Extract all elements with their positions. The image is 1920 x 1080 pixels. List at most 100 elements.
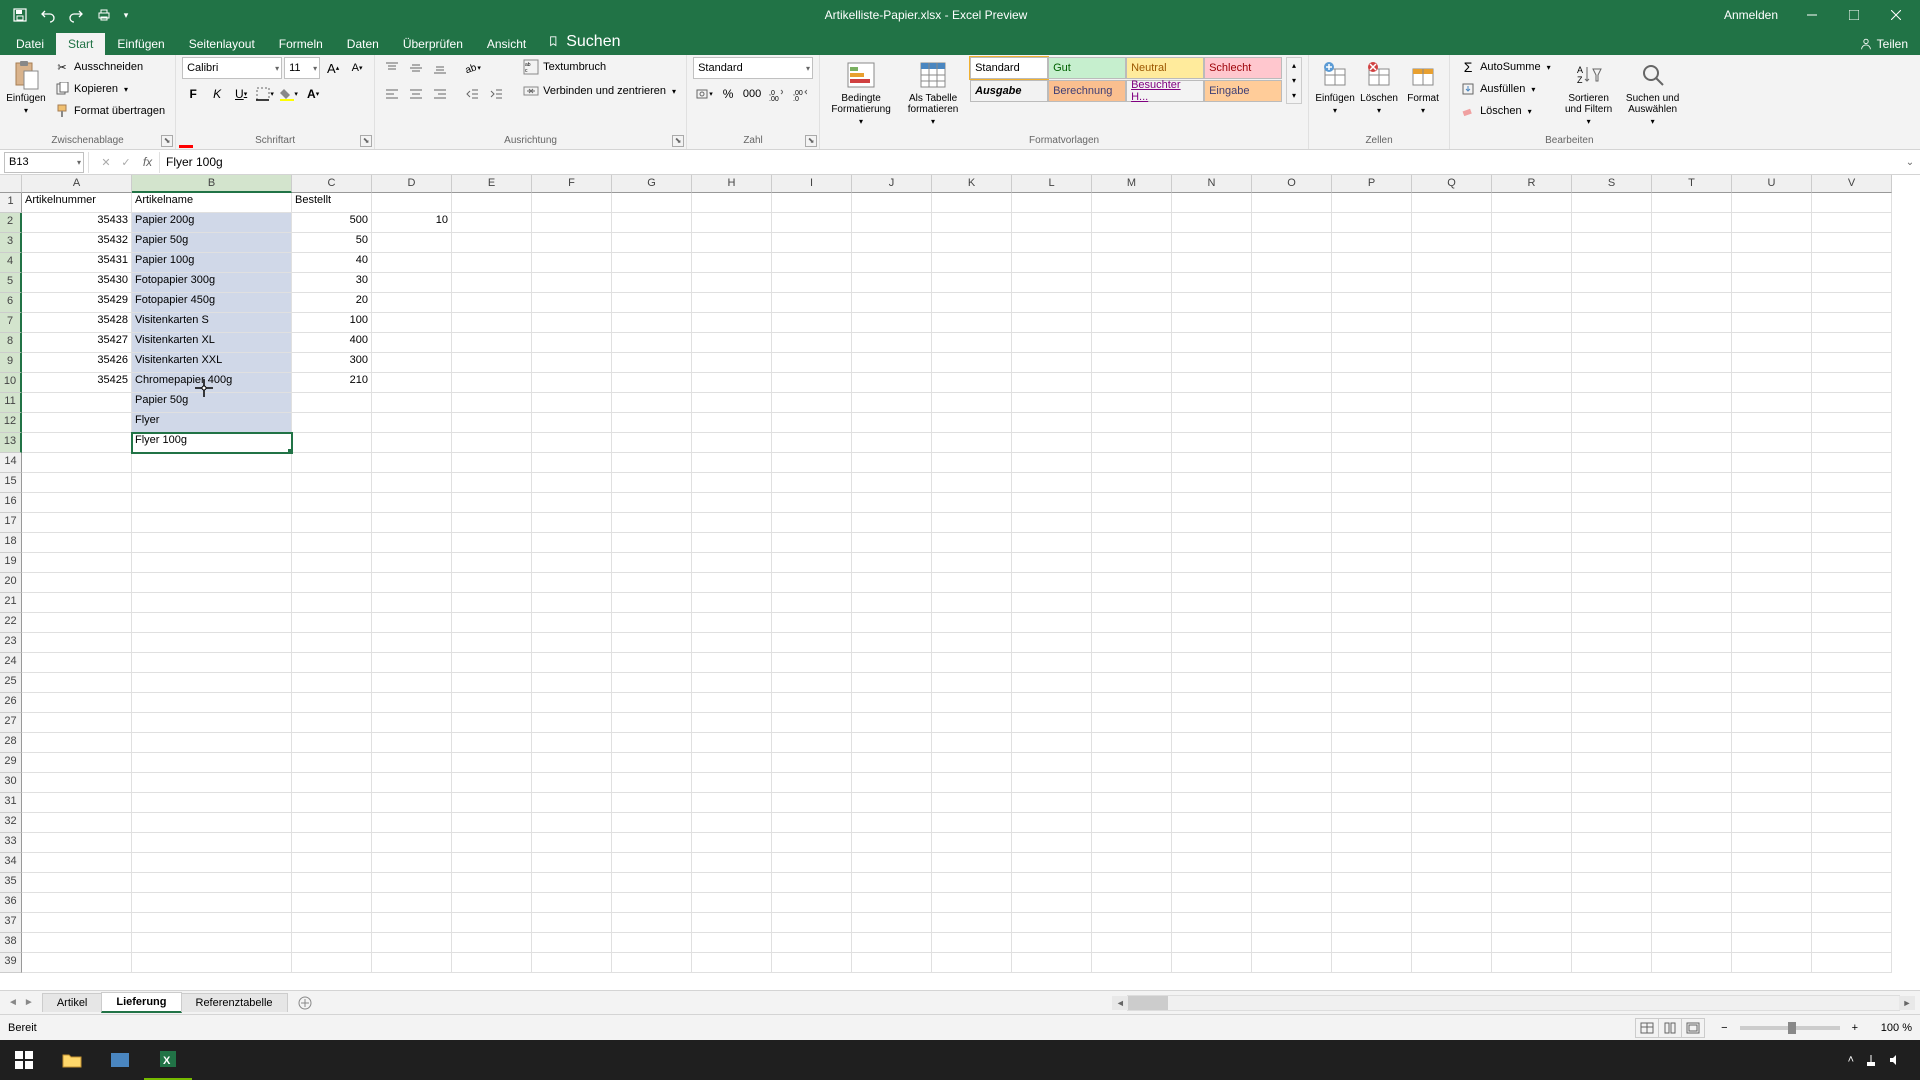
cell-K15[interactable] [932,473,1012,493]
find-select-button[interactable]: Suchen und Auswählen▾ [1623,57,1683,128]
cell-G37[interactable] [612,913,692,933]
cell-J25[interactable] [852,673,932,693]
cell-P27[interactable] [1332,713,1412,733]
col-header-R[interactable]: R [1492,175,1572,193]
cell-E32[interactable] [452,813,532,833]
cell-D3[interactable] [372,233,452,253]
cell-V22[interactable] [1812,613,1892,633]
col-header-L[interactable]: L [1012,175,1092,193]
cell-L9[interactable] [1012,353,1092,373]
cell-L39[interactable] [1012,953,1092,973]
cell-T33[interactable] [1652,833,1732,853]
cell-Q28[interactable] [1412,733,1492,753]
cell-A20[interactable] [22,573,132,593]
row-header-1[interactable]: 1 [0,193,22,213]
name-box[interactable]: B13▾ [4,152,84,173]
cell-I4[interactable] [772,253,852,273]
cell-S2[interactable] [1572,213,1652,233]
cell-K37[interactable] [932,913,1012,933]
cell-M35[interactable] [1092,873,1172,893]
cell-T25[interactable] [1652,673,1732,693]
cell-K29[interactable] [932,753,1012,773]
cell-C37[interactable] [292,913,372,933]
cell-C32[interactable] [292,813,372,833]
cell-D32[interactable] [372,813,452,833]
clear-button[interactable]: Löschen▾ [1456,101,1555,121]
cell-A37[interactable] [22,913,132,933]
increase-font-button[interactable]: A▴ [322,57,344,79]
scroll-right-button[interactable]: ► [1899,996,1915,1010]
cell-I12[interactable] [772,413,852,433]
cell-V12[interactable] [1812,413,1892,433]
cell-J39[interactable] [852,953,932,973]
cell-G14[interactable] [612,453,692,473]
cell-K38[interactable] [932,933,1012,953]
cell-T1[interactable] [1652,193,1732,213]
cell-G39[interactable] [612,953,692,973]
cell-I36[interactable] [772,893,852,913]
cell-P1[interactable] [1332,193,1412,213]
row-header-13[interactable]: 13 [0,433,22,453]
style-standard[interactable]: Standard [970,57,1048,79]
cell-T12[interactable] [1652,413,1732,433]
cell-I14[interactable] [772,453,852,473]
col-header-C[interactable]: C [292,175,372,193]
cell-U13[interactable] [1732,433,1812,453]
cell-C28[interactable] [292,733,372,753]
cell-F12[interactable] [532,413,612,433]
cell-T21[interactable] [1652,593,1732,613]
cell-R2[interactable] [1492,213,1572,233]
sheet-nav-last[interactable]: ► [24,997,34,1008]
cell-D5[interactable] [372,273,452,293]
cell-E38[interactable] [452,933,532,953]
cell-J29[interactable] [852,753,932,773]
cell-K34[interactable] [932,853,1012,873]
maximize-button[interactable] [1834,0,1874,30]
cell-C20[interactable] [292,573,372,593]
align-bottom-button[interactable] [429,57,451,79]
cell-C22[interactable] [292,613,372,633]
cell-O15[interactable] [1252,473,1332,493]
cell-J31[interactable] [852,793,932,813]
cell-Q8[interactable] [1412,333,1492,353]
tab-file[interactable]: Datei [4,33,56,55]
row-header-33[interactable]: 33 [0,833,22,853]
cell-D9[interactable] [372,353,452,373]
cell-N8[interactable] [1172,333,1252,353]
cell-S12[interactable] [1572,413,1652,433]
cell-G1[interactable] [612,193,692,213]
cell-S15[interactable] [1572,473,1652,493]
cell-E39[interactable] [452,953,532,973]
cell-B10[interactable]: Chromepapier 400g [132,373,292,393]
cell-E11[interactable] [452,393,532,413]
cells-insert-button[interactable]: Einfügen▾ [1315,57,1355,117]
cell-F19[interactable] [532,553,612,573]
cell-B3[interactable]: Papier 50g [132,233,292,253]
cell-K10[interactable] [932,373,1012,393]
cell-C9[interactable]: 300 [292,353,372,373]
cell-A17[interactable] [22,513,132,533]
cell-K6[interactable] [932,293,1012,313]
cell-F11[interactable] [532,393,612,413]
cell-P8[interactable] [1332,333,1412,353]
cell-Q27[interactable] [1412,713,1492,733]
row-header-14[interactable]: 14 [0,453,22,473]
cell-I5[interactable] [772,273,852,293]
cell-R20[interactable] [1492,573,1572,593]
cell-O16[interactable] [1252,493,1332,513]
col-header-K[interactable]: K [932,175,1012,193]
cell-R19[interactable] [1492,553,1572,573]
cell-A36[interactable] [22,893,132,913]
cell-S25[interactable] [1572,673,1652,693]
cell-K17[interactable] [932,513,1012,533]
cell-O8[interactable] [1252,333,1332,353]
col-header-O[interactable]: O [1252,175,1332,193]
cell-A24[interactable] [22,653,132,673]
cell-P4[interactable] [1332,253,1412,273]
cell-G29[interactable] [612,753,692,773]
cell-L20[interactable] [1012,573,1092,593]
cell-D36[interactable] [372,893,452,913]
cell-B28[interactable] [132,733,292,753]
row-header-18[interactable]: 18 [0,533,22,553]
cell-P35[interactable] [1332,873,1412,893]
